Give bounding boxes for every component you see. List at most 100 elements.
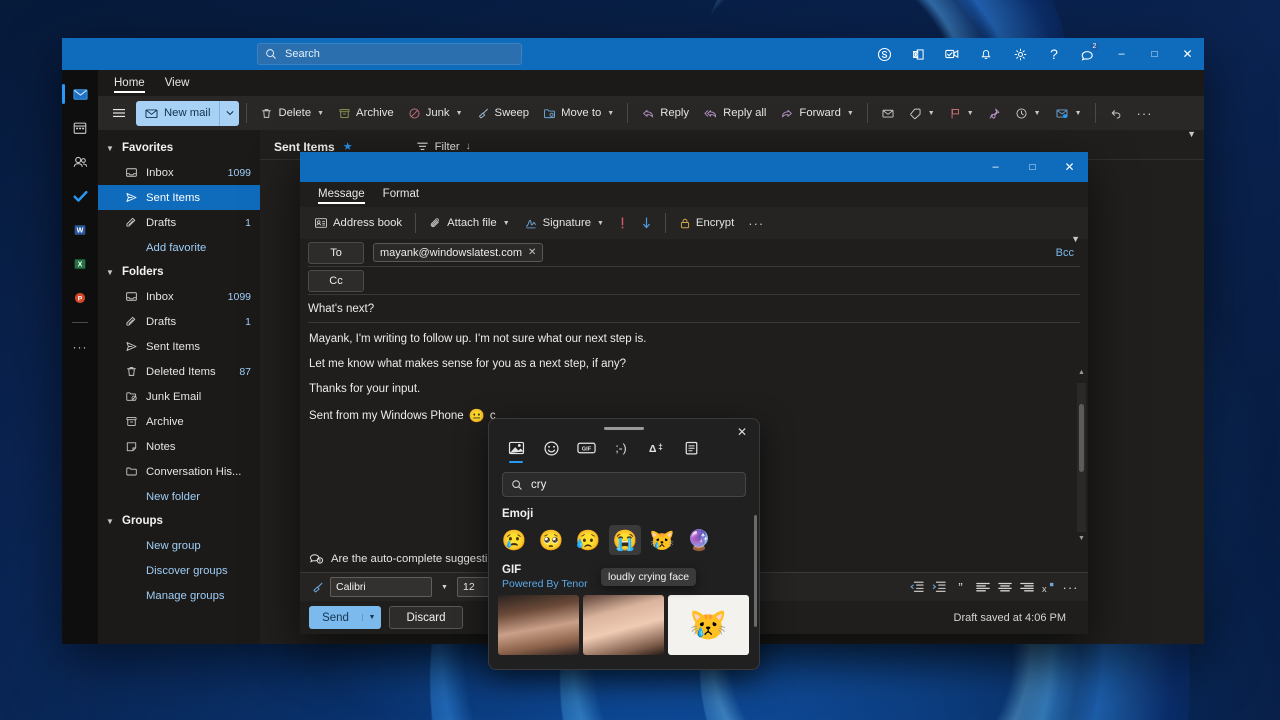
superscript-icon[interactable]: x — [1039, 577, 1058, 597]
flag-button[interactable]: ▼ — [943, 100, 980, 126]
settings-gear-icon[interactable] — [1003, 38, 1037, 70]
emoji-picker-close-button[interactable]: ✕ — [731, 422, 753, 442]
symbols-tab[interactable]: Δ ‡ — [643, 436, 669, 460]
folders-header[interactable]: ▼ Folders — [98, 260, 260, 284]
forward-button[interactable]: Forward ▼ — [774, 100, 859, 126]
to-button[interactable]: To — [308, 241, 364, 264]
align-right-icon[interactable] — [1017, 577, 1036, 597]
folder-item-favorites-drafts[interactable]: Drafts 1 — [98, 210, 260, 235]
chevron-down-icon[interactable]: ▼ — [1075, 110, 1082, 117]
scroll-down-arrow-icon[interactable]: ▼ — [1077, 535, 1086, 546]
chevron-down-icon[interactable]: ▼ — [967, 110, 974, 117]
manage-groups-link[interactable]: Manage groups — [98, 583, 260, 608]
rules-button[interactable]: ▼ — [1049, 100, 1088, 126]
outlook-app-icon[interactable]: O — [901, 38, 935, 70]
emoji-result-pleading-face[interactable]: 🥺 — [535, 525, 567, 555]
folder-item-conversation-history[interactable]: Conversation His... — [98, 459, 260, 484]
rail-item-more[interactable]: ··· — [64, 331, 96, 363]
rail-item-todo[interactable] — [64, 180, 96, 212]
undo-button[interactable] — [1103, 100, 1129, 126]
reply-button[interactable]: Reply — [635, 100, 695, 126]
reply-all-button[interactable]: Reply all — [697, 100, 772, 126]
gif-result-crying-toddler[interactable] — [498, 595, 579, 655]
compose-close-button[interactable]: ✕ — [1051, 152, 1088, 182]
discover-groups-link[interactable]: Discover groups — [98, 558, 260, 583]
recipient-chip[interactable]: mayank@windowslatest.com ✕ — [373, 243, 544, 262]
rail-item-mail[interactable] — [62, 78, 96, 110]
pin-button[interactable] — [982, 100, 1007, 126]
move-to-button[interactable]: Move to ▼ — [537, 100, 620, 126]
gif-result-crying-baby[interactable] — [583, 595, 664, 655]
decrease-indent-icon[interactable] — [907, 577, 926, 597]
rail-item-calendar[interactable] — [64, 112, 96, 144]
overflow-ellipsis-icon[interactable]: ··· — [1061, 577, 1080, 597]
compose-minimize-button[interactable]: – — [977, 152, 1014, 182]
search-input[interactable]: Search — [257, 43, 522, 65]
encrypt-button[interactable]: Encrypt — [673, 210, 740, 236]
folder-item-favorites-inbox[interactable]: Inbox 1099 — [98, 160, 260, 185]
discard-button[interactable]: Discard — [389, 606, 463, 629]
rail-item-people[interactable] — [64, 146, 96, 178]
emoji-search-input[interactable]: cry — [502, 472, 746, 497]
align-center-icon[interactable] — [995, 577, 1014, 597]
chevron-down-icon[interactable]: ▼ — [1034, 110, 1041, 117]
remove-recipient-icon[interactable]: ✕ — [528, 247, 536, 258]
compose-maximize-button[interactable]: □ — [1014, 152, 1051, 182]
gif-tab[interactable]: GIF — [573, 436, 599, 460]
folder-item-deleted-items[interactable]: Deleted Items 87 — [98, 359, 260, 384]
compose-scrollbar[interactable]: ▲ ▼ — [1077, 369, 1086, 542]
folder-item-drafts[interactable]: Drafts 1 — [98, 309, 260, 334]
emoji-result-loudly-crying-face[interactable]: 😭 — [609, 525, 641, 555]
filter-button[interactable]: Filter ↓ — [416, 141, 471, 153]
favorites-header[interactable]: ▼ Favorites — [98, 136, 260, 160]
subject-input[interactable]: What's next? — [308, 295, 1080, 323]
junk-button[interactable]: Junk ▼ — [402, 100, 469, 126]
emoji-result-crystal-ball[interactable]: 🔮 — [683, 525, 715, 555]
rail-item-powerpoint[interactable]: P — [64, 282, 96, 314]
ribbon-menu-hamburger-icon[interactable] — [104, 100, 134, 126]
add-favorite-link[interactable]: Add favorite — [98, 235, 260, 260]
ribbon-overflow-button[interactable]: ··· — [1131, 100, 1159, 126]
folder-item-notes[interactable]: Notes — [98, 434, 260, 459]
cc-button[interactable]: Cc — [308, 269, 364, 292]
read-unread-button[interactable] — [875, 100, 901, 126]
font-name-select[interactable]: Calibri — [330, 577, 432, 597]
quote-icon[interactable]: ” — [951, 577, 970, 597]
emoji-result-crying-face[interactable]: 😢 — [498, 525, 530, 555]
emoji-tab[interactable] — [538, 436, 564, 460]
scroll-up-arrow-icon[interactable]: ▲ — [1077, 369, 1086, 380]
attach-file-button[interactable]: Attach file ▼ — [423, 210, 516, 236]
folder-item-inbox[interactable]: Inbox 1099 — [98, 284, 260, 309]
new-mail-dropdown[interactable] — [219, 100, 240, 126]
send-options-chevron-down-icon[interactable]: ▼ — [362, 614, 381, 621]
folder-item-junk-email[interactable]: Junk Email — [98, 384, 260, 409]
archive-button[interactable]: Archive — [332, 100, 400, 126]
chevron-down-icon[interactable]: ▼ — [317, 110, 324, 117]
format-painter-icon[interactable] — [308, 577, 327, 597]
tab-home[interactable]: Home — [106, 74, 153, 93]
tab-message[interactable]: Message — [310, 185, 373, 204]
rail-item-excel[interactable]: X — [64, 248, 96, 280]
emoji-picker-scrollbar-thumb[interactable] — [754, 515, 757, 627]
tab-view[interactable]: View — [157, 74, 198, 93]
emoji-result-sad-but-relieved-face[interactable]: 😥 — [572, 525, 604, 555]
help-question-icon[interactable]: ? — [1037, 38, 1071, 70]
chevron-down-icon[interactable]: ▼ — [928, 110, 935, 117]
scrollbar-thumb[interactable] — [1079, 403, 1084, 473]
rail-item-word[interactable]: W — [64, 214, 96, 246]
chevron-down-icon[interactable]: ▼ — [847, 110, 854, 117]
skype-icon[interactable] — [867, 38, 901, 70]
feedback-icon[interactable]: 2 — [1071, 38, 1105, 70]
recent-emoji-tab[interactable] — [503, 436, 529, 463]
send-button[interactable]: Send ▼ — [309, 606, 381, 629]
close-button[interactable]: ✕ — [1171, 38, 1204, 70]
clipboard-history-tab[interactable] — [678, 436, 704, 460]
new-folder-link[interactable]: New folder — [98, 484, 260, 509]
compose-overflow-button[interactable]: ··· — [742, 210, 770, 236]
minimize-button[interactable]: – — [1105, 38, 1138, 70]
address-book-button[interactable]: Address book — [308, 210, 408, 236]
tab-format[interactable]: Format — [375, 185, 427, 204]
sweep-button[interactable]: Sweep — [471, 100, 536, 126]
high-importance-button[interactable] — [612, 210, 633, 236]
folder-item-favorites-sent-items[interactable]: Sent Items — [98, 185, 260, 210]
